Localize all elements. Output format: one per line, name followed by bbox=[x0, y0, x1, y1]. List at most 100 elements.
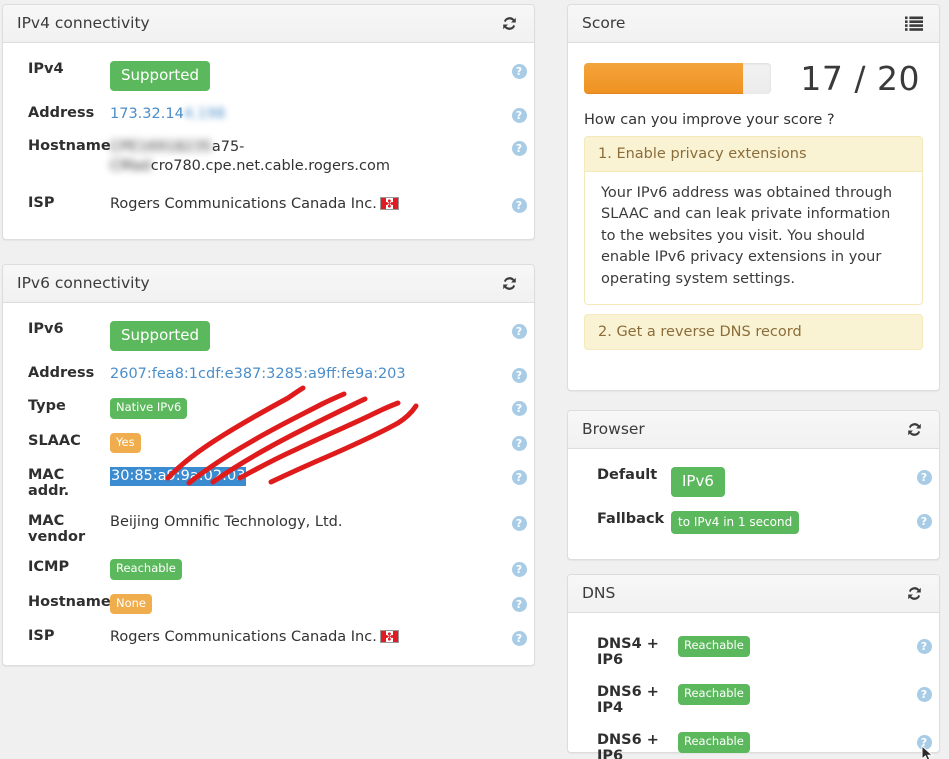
status-badge: Reachable bbox=[678, 636, 750, 657]
ipv6-panel-title: IPv6 connectivity bbox=[17, 273, 150, 292]
table-row: Address 173.32.144.198 ? bbox=[3, 97, 534, 130]
status-badge: to IPv4 in 1 second bbox=[671, 511, 800, 534]
help-icon[interactable]: ? bbox=[511, 108, 527, 123]
refresh-icon[interactable] bbox=[498, 13, 520, 35]
recommendation-header-1[interactable]: 1. Enable privacy extensions bbox=[584, 136, 923, 172]
row-value: Rogers Communications Canada Inc. ✤ bbox=[110, 193, 504, 214]
isp-name: Rogers Communications Canada Inc. bbox=[110, 196, 377, 213]
row-value: Yes bbox=[110, 431, 504, 454]
help-icon[interactable]: ? bbox=[511, 470, 527, 486]
row-label: SLAAC bbox=[28, 432, 81, 449]
dns-panel: DNS DNS4 + IP6 Reachable ? DNS6 + IP4 Re… bbox=[567, 574, 940, 759]
score-progress-bar bbox=[584, 63, 771, 94]
status-badge: Native IPv6 bbox=[110, 398, 188, 419]
help-cell: ? bbox=[504, 363, 534, 383]
help-cell: ? bbox=[504, 396, 534, 417]
help-cell: ? bbox=[504, 193, 534, 214]
status-badge: None bbox=[110, 593, 153, 615]
help-icon[interactable]: ? bbox=[511, 435, 527, 451]
row-label: ISP bbox=[28, 628, 55, 645]
help-icon[interactable]: ? bbox=[511, 324, 527, 339]
row-value: CPE16918235a75- CMadcro780.cpe.net.cable… bbox=[110, 136, 504, 176]
table-row: Hostname CPE16918235a75- CMadcro780.cpe.… bbox=[3, 130, 534, 182]
table-row: IPv4 Supported ? bbox=[3, 53, 534, 97]
help-icon[interactable]: ? bbox=[511, 562, 527, 578]
refresh-icon[interactable] bbox=[498, 273, 520, 295]
help-icon[interactable]: ? bbox=[511, 368, 527, 383]
row-label: DNS6 + IP4 bbox=[597, 684, 659, 716]
help-icon[interactable]: ? bbox=[511, 198, 527, 214]
row-label: ICMP bbox=[28, 559, 70, 576]
page-root: IPv4 connectivity IPv4 Supported ? Addre… bbox=[0, 0, 949, 759]
help-icon[interactable]: ? bbox=[511, 631, 527, 647]
table-row: IPv6 Supported ? bbox=[3, 313, 534, 357]
help-icon[interactable]: ? bbox=[916, 470, 932, 485]
table-row: MAC vendor Beijing Omnific Technology, L… bbox=[3, 505, 534, 551]
browser-panel-title: Browser bbox=[582, 419, 645, 438]
refresh-icon[interactable] bbox=[903, 583, 925, 605]
row-value: Supported bbox=[110, 319, 504, 351]
help-icon[interactable]: ? bbox=[511, 64, 527, 79]
row-value: Reachable bbox=[678, 634, 909, 657]
table-row: Hostname None ? bbox=[3, 586, 534, 621]
refresh-icon[interactable] bbox=[903, 419, 925, 441]
help-cell: ? bbox=[504, 626, 534, 647]
row-label: MAC addr. bbox=[28, 467, 70, 500]
help-icon[interactable]: ? bbox=[916, 514, 932, 529]
row-label: Hostname bbox=[28, 138, 111, 155]
table-row: ISP Rogers Communications Canada Inc. ✤ ? bbox=[3, 182, 534, 220]
table-row: Type Native IPv6 ? bbox=[3, 390, 534, 425]
help-icon[interactable]: ? bbox=[916, 735, 932, 750]
recommendation-header-2[interactable]: 2. Get a reverse DNS record bbox=[584, 314, 923, 351]
help-icon[interactable]: ? bbox=[511, 516, 527, 532]
row-label: Default bbox=[597, 467, 658, 483]
help-icon[interactable]: ? bbox=[511, 141, 527, 157]
help-icon[interactable]: ? bbox=[916, 639, 932, 654]
table-row: ISP Rogers Communications Canada Inc. ✤ ? bbox=[3, 620, 534, 653]
ipv6-panel-body: IPv6 Supported ? Address 2607:fea8:1cdf:… bbox=[3, 303, 534, 667]
help-icon[interactable]: ? bbox=[916, 687, 932, 702]
row-label: IPv6 bbox=[28, 321, 64, 337]
help-icon[interactable]: ? bbox=[511, 596, 527, 612]
help-cell: ? bbox=[909, 465, 939, 485]
help-cell: ? bbox=[504, 103, 534, 123]
row-label: IPv4 bbox=[28, 61, 64, 77]
mac-address-value[interactable]: 30:85:a9:9a:02:03 bbox=[110, 467, 247, 487]
row-label: Type bbox=[28, 398, 66, 415]
help-icon[interactable]: ? bbox=[511, 401, 527, 417]
recommendation-body-1: Your IPv6 address was obtained through S… bbox=[584, 172, 923, 306]
row-label: Fallback bbox=[597, 511, 665, 527]
score-progress-fill bbox=[584, 63, 743, 94]
isp-name: Rogers Communications Canada Inc. bbox=[110, 629, 377, 646]
help-cell: ? bbox=[909, 634, 939, 654]
row-value: Reachable bbox=[678, 730, 909, 753]
score-panel-header: Score bbox=[568, 5, 939, 43]
status-badge: Reachable bbox=[678, 732, 750, 753]
status-badge: Supported bbox=[110, 321, 211, 351]
ipv6-panel-header: IPv6 connectivity bbox=[3, 265, 534, 303]
table-row: DNS6 + IP6 Reachable ? bbox=[568, 723, 939, 759]
score-recommendations: 1. Enable privacy extensions Your IPv6 a… bbox=[568, 132, 939, 352]
score-value: 17 / 20 bbox=[800, 59, 920, 98]
ipv6-connectivity-panel: IPv6 connectivity IPv6 Supported ? Addre… bbox=[2, 264, 535, 666]
table-row: SLAAC Yes ? bbox=[3, 425, 534, 460]
score-summary: 17 / 20 bbox=[568, 51, 939, 102]
score-panel-title: Score bbox=[582, 13, 626, 32]
row-value: Native IPv6 bbox=[110, 396, 504, 419]
row-value: 2607:fea8:1cdf:e387:3285:a9ff:fe9a:203 bbox=[110, 363, 504, 384]
row-label: DNS4 + IP6 bbox=[597, 636, 659, 668]
table-row: Fallback to IPv4 in 1 second ? bbox=[568, 503, 939, 540]
browser-panel: Browser Default IPv6 ? Fallback to IPv4 … bbox=[567, 410, 940, 560]
table-row: Address 2607:fea8:1cdf:e387:3285:a9ff:fe… bbox=[3, 357, 534, 390]
ipv6-address-value[interactable]: 2607:fea8:1cdf:e387:3285:a9ff:fe9a:203 bbox=[110, 366, 406, 382]
list-icon[interactable] bbox=[903, 13, 925, 35]
row-value: Supported bbox=[110, 59, 504, 91]
help-cell: ? bbox=[504, 592, 534, 612]
row-value: IPv6 bbox=[671, 465, 909, 497]
ipv4-address-value[interactable]: 173.32.14 bbox=[110, 106, 184, 122]
row-value: None bbox=[110, 592, 504, 615]
row-value: Reachable bbox=[110, 557, 504, 580]
ipv4-connectivity-panel: IPv4 connectivity IPv4 Supported ? Addre… bbox=[2, 4, 535, 240]
row-value: Reachable bbox=[678, 682, 909, 705]
